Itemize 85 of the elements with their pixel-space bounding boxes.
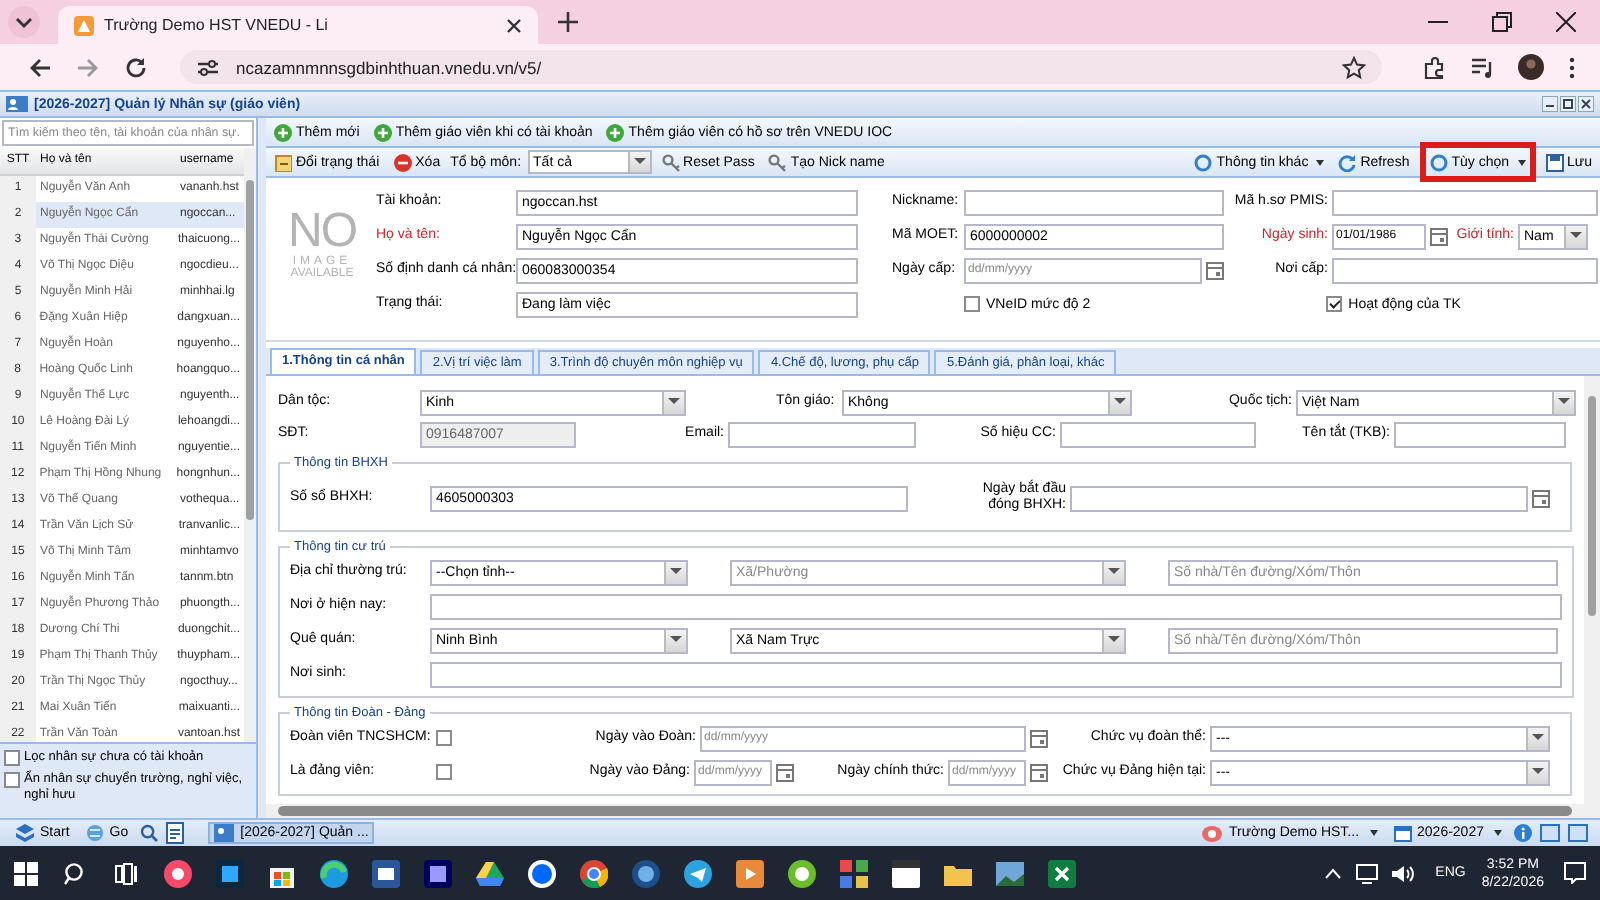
plus-icon bbox=[373, 123, 392, 141]
calendar-icon[interactable] bbox=[1430, 227, 1448, 245]
input-field[interactable] bbox=[1394, 421, 1566, 447]
search-icon[interactable] bbox=[64, 861, 88, 885]
profile-avatar-icon[interactable] bbox=[1518, 54, 1544, 80]
plus-icon bbox=[274, 123, 292, 141]
input-field[interactable] bbox=[964, 189, 1224, 215]
status-icon bbox=[274, 153, 292, 171]
chrome-app-icon[interactable] bbox=[580, 859, 608, 887]
tab-search-icon[interactable] bbox=[6, 4, 42, 40]
input-field[interactable] bbox=[1332, 257, 1598, 283]
url-field[interactable]: ncazamnmnnsgdbinhthuan.vnedu.vn/v5/ bbox=[180, 50, 1382, 84]
scrollbar[interactable] bbox=[266, 804, 1600, 818]
close-icon[interactable] bbox=[506, 17, 522, 33]
info-icon[interactable] bbox=[1514, 824, 1532, 842]
paper-plane-app-icon[interactable] bbox=[684, 859, 712, 887]
checkbox[interactable] bbox=[436, 730, 452, 746]
calendar-icon bbox=[1393, 824, 1412, 842]
checkbox[interactable] bbox=[1326, 296, 1343, 312]
notifications-icon[interactable] bbox=[1564, 862, 1586, 884]
media-player-app-icon[interactable] bbox=[736, 859, 764, 887]
checkbox[interactable] bbox=[4, 750, 20, 766]
back-icon[interactable] bbox=[28, 55, 52, 79]
favicon-icon bbox=[74, 15, 94, 35]
video-editor-app-icon[interactable] bbox=[424, 859, 452, 887]
browser-tab[interactable]: Trường Demo HST VNEDU - Li bbox=[58, 6, 538, 44]
calendar-icon[interactable] bbox=[1206, 261, 1224, 279]
calendar-app-icon[interactable] bbox=[892, 859, 920, 887]
placeholder-text: NO bbox=[288, 208, 356, 256]
calendar-icon[interactable] bbox=[776, 763, 794, 781]
more-icon[interactable] bbox=[1568, 55, 1576, 79]
maximize-icon[interactable] bbox=[1560, 96, 1576, 112]
music-app-icon[interactable] bbox=[164, 859, 192, 887]
windows-logo-icon[interactable] bbox=[14, 861, 38, 885]
document-app-icon[interactable] bbox=[372, 859, 400, 887]
input-field[interactable] bbox=[1060, 421, 1256, 447]
spreadsheet-app-icon[interactable] bbox=[1048, 859, 1076, 887]
browser-app-icon[interactable] bbox=[320, 859, 348, 887]
network-icon[interactable] bbox=[1355, 863, 1378, 883]
document-icon[interactable] bbox=[166, 822, 185, 844]
plus-icon bbox=[606, 123, 625, 141]
checkbox[interactable] bbox=[964, 296, 980, 312]
calendar-icon[interactable] bbox=[1532, 489, 1550, 507]
input-field[interactable] bbox=[430, 661, 1562, 687]
input-field[interactable] bbox=[728, 421, 916, 447]
grid-app-icon[interactable] bbox=[840, 859, 868, 887]
scrollbar[interactable] bbox=[244, 148, 256, 742]
site-settings-icon[interactable] bbox=[196, 55, 220, 79]
forward-icon[interactable] bbox=[76, 55, 100, 79]
image-app-icon[interactable] bbox=[996, 859, 1024, 887]
calendar-icon[interactable] bbox=[1030, 763, 1048, 781]
restore-icon[interactable] bbox=[1492, 12, 1512, 32]
key-icon bbox=[768, 153, 787, 171]
delete-icon bbox=[393, 153, 412, 171]
url-text: ncazamnmnnsgdbinhthuan.vnedu.vn/v5/ bbox=[236, 57, 544, 77]
photo-editor-app-icon[interactable] bbox=[216, 859, 244, 887]
key-icon bbox=[661, 153, 680, 171]
close-icon[interactable] bbox=[1556, 12, 1576, 32]
input-field[interactable] bbox=[430, 593, 1562, 619]
staff-icon bbox=[6, 94, 28, 114]
media-icon[interactable] bbox=[1470, 55, 1494, 79]
extensions-icon[interactable] bbox=[1422, 55, 1446, 79]
new-tab-icon[interactable] bbox=[558, 12, 578, 32]
refresh-icon bbox=[1338, 153, 1357, 171]
checkbox[interactable] bbox=[4, 772, 20, 788]
tray-expand-icon[interactable] bbox=[1323, 867, 1342, 879]
close-icon[interactable] bbox=[1578, 96, 1594, 112]
input-field[interactable] bbox=[1332, 189, 1598, 215]
date-field[interactable] bbox=[1070, 485, 1528, 511]
task-view-icon[interactable] bbox=[114, 861, 138, 885]
stack-icon bbox=[16, 824, 34, 842]
globe-app-icon[interactable] bbox=[632, 859, 660, 887]
scrollbar[interactable] bbox=[1584, 376, 1600, 804]
globe-icon bbox=[85, 824, 104, 842]
ring-app-icon[interactable] bbox=[788, 859, 816, 887]
minimize-icon[interactable] bbox=[1542, 96, 1558, 112]
volume-icon[interactable] bbox=[1391, 863, 1414, 883]
drive-app-icon[interactable] bbox=[476, 859, 504, 887]
checkbox[interactable] bbox=[436, 764, 452, 780]
reload-icon[interactable] bbox=[124, 55, 148, 79]
save-icon bbox=[1545, 153, 1564, 171]
calendar-icon[interactable] bbox=[1030, 729, 1048, 747]
tab-title: Trường Demo HST VNEDU - Li bbox=[104, 16, 330, 34]
staff-icon bbox=[214, 824, 235, 842]
bookmark-star-icon[interactable] bbox=[1342, 55, 1366, 79]
